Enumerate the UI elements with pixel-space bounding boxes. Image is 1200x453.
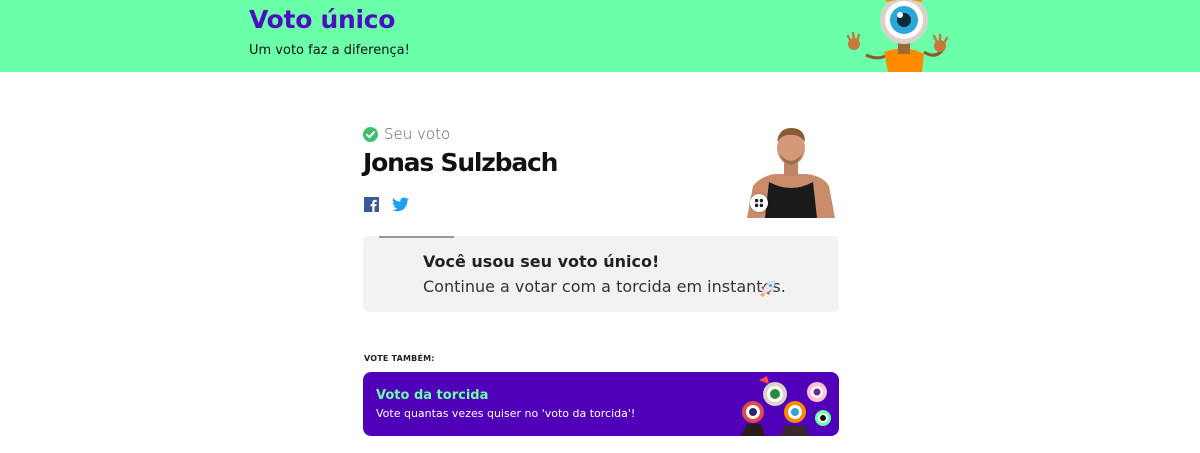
rocket-icon [760, 280, 776, 297]
twitter-share-icon[interactable] [392, 197, 409, 212]
header-banner: Voto único Um voto faz a diferença! [0, 0, 1200, 72]
badge-icon [750, 194, 768, 212]
vote-label: Seu voto [384, 125, 451, 143]
cta-text: Vote quantas vezes quiser no 'voto da to… [376, 407, 636, 420]
voto-da-torcida-button[interactable]: Voto da torcida Vote quantas vezes quise… [363, 372, 839, 436]
vote-confirmation: Seu voto Jonas Sulzbach [363, 122, 839, 218]
countdown-progress-bar [379, 236, 454, 238]
notice-text: Continue a votar com a torcida em instan… [423, 277, 786, 296]
cta-title: Voto da torcida [376, 388, 489, 403]
page-title: Voto único [249, 5, 396, 34]
notice-title: Você usou seu voto único! [423, 252, 660, 271]
eye-crowd-illustration [741, 376, 831, 436]
check-circle-icon [363, 127, 378, 142]
vote-used-notice: Você usou seu voto único! Continue a vot… [363, 236, 839, 312]
vote-also-label: VOTE TAMBÉM: [364, 354, 435, 363]
candidate-name: Jonas Sulzbach [363, 148, 558, 177]
eye-mascot-icon [846, 0, 949, 72]
facebook-share-icon[interactable] [364, 197, 379, 212]
page-subtitle: Um voto faz a diferença! [249, 43, 410, 58]
